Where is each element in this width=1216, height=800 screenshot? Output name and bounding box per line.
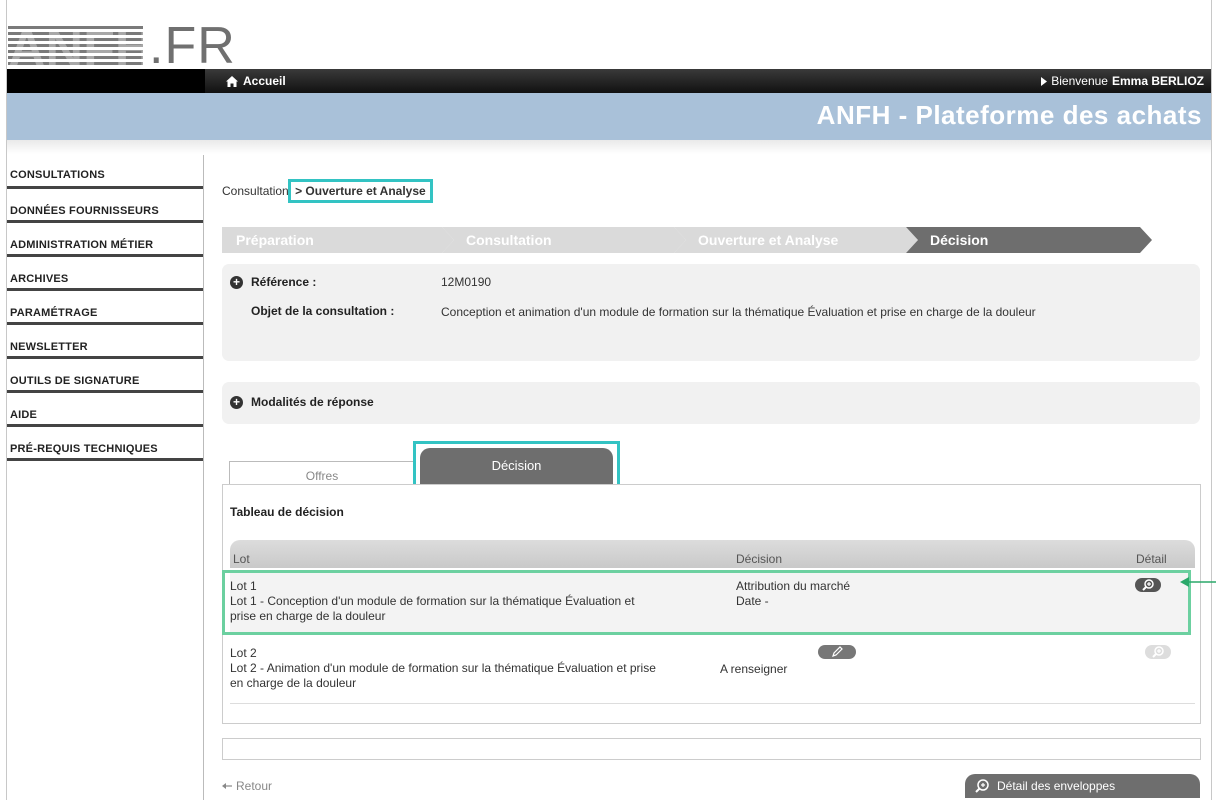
pencil-icon: [832, 646, 843, 657]
sidebar: CONSULTATIONS DONNÉES FOURNISSEURS ADMIN…: [7, 155, 203, 461]
expand-plus-icon[interactable]: +: [230, 396, 243, 409]
tab-offres[interactable]: Offres: [229, 461, 415, 486]
table-row: Lot 2 Lot 2 - Animation d'un module de f…: [230, 646, 1195, 691]
retour-link[interactable]: Retour: [222, 779, 272, 793]
row-highlight: [222, 570, 1191, 635]
sidebar-item-donnees-fournisseurs[interactable]: DONNÉES FOURNISSEURS: [7, 189, 203, 223]
anfh-logo[interactable]: ANFH .FR: [8, 10, 236, 75]
sidebar-item-parametrage[interactable]: PARAMÉTRAGE: [7, 291, 203, 325]
retour-label: Retour: [236, 779, 273, 793]
zoom-icon: [1152, 646, 1164, 658]
step-decision: Décision: [906, 227, 1152, 253]
object-label: Objet de la consultation :: [251, 304, 395, 318]
detail-enveloppes-label: Détail des enveloppes: [997, 779, 1116, 793]
step-consultation: Consultation: [442, 227, 686, 253]
sidebar-divider: [203, 155, 204, 800]
tab-decision-highlight: [413, 441, 620, 490]
welcome-user[interactable]: Bienvenue Emma BERLIOZ: [1041, 74, 1204, 88]
sidebar-item-newsletter[interactable]: NEWSLETTER: [7, 325, 203, 359]
home-link[interactable]: Accueil: [226, 74, 286, 88]
step-ouverture-analyse: Ouverture et Analyse: [674, 227, 918, 253]
home-icon: [226, 75, 238, 87]
sidebar-item-archives[interactable]: ARCHIVES: [7, 257, 203, 291]
zoom-icon: [975, 779, 989, 793]
breadcrumb-root[interactable]: Consultation: [222, 184, 289, 198]
banner-shadow: [7, 140, 1211, 154]
welcome-prefix: Bienvenue: [1051, 74, 1108, 88]
svg-text:ANFH: ANFH: [8, 24, 143, 68]
edit-decision-button[interactable]: [818, 645, 856, 659]
decision-cell: A renseigner: [720, 662, 787, 677]
breadcrumb-current: > Ouverture et Analyse: [288, 179, 433, 203]
row-divider: [230, 703, 1195, 704]
column-header-decision: Décision: [736, 552, 783, 566]
user-name: Emma BERLIOZ: [1111, 74, 1204, 88]
detail-button-disabled: [1145, 645, 1171, 659]
logo-stripes: ANFH: [8, 24, 143, 68]
breadcrumb: Consultation > Ouverture et Analyse: [222, 179, 433, 203]
step-progress: Préparation Consultation Ouverture et An…: [222, 227, 1152, 253]
modalites-label[interactable]: Modalités de réponse: [251, 395, 374, 409]
lot-description: en charge de la douleur: [230, 676, 357, 690]
logo-letters-icon: ANFH: [8, 24, 143, 68]
step-preparation: Préparation: [222, 227, 454, 253]
arrow-left-icon: [1180, 577, 1216, 587]
arrow-back-icon: [222, 783, 232, 789]
top-nav-left: [7, 69, 205, 93]
sidebar-item-outils-signature[interactable]: OUTILS DE SIGNATURE: [7, 359, 203, 393]
detail-enveloppes-button[interactable]: Détail des enveloppes: [965, 774, 1200, 798]
lot-name: Lot 2: [230, 646, 257, 660]
bottom-empty-box: [222, 738, 1201, 760]
table-header: Lot Décision Détail: [230, 540, 1195, 568]
table-title: Tableau de décision: [230, 505, 344, 519]
lot-description: Lot 2 - Animation d'un module de formati…: [230, 661, 656, 675]
sidebar-item-prerequis-techniques[interactable]: PRÉ-REQUIS TECHNIQUES: [7, 427, 203, 461]
home-label: Accueil: [243, 74, 286, 88]
expand-plus-icon[interactable]: +: [230, 276, 243, 289]
reference-label: Référence :: [251, 275, 317, 289]
sidebar-item-consultations[interactable]: CONSULTATIONS: [7, 155, 203, 189]
triangle-right-icon: [1041, 76, 1048, 86]
column-header-lot: Lot: [233, 552, 250, 566]
reference-value: 12M0190: [441, 275, 492, 289]
column-header-detail: Détail: [1136, 552, 1167, 566]
logo-domain: .FR: [149, 17, 236, 75]
banner-title: ANFH - Plateforme des achats: [816, 100, 1202, 130]
object-value: Conception et animation d'un module de f…: [441, 305, 1036, 319]
decision-status: A renseigner: [720, 662, 788, 676]
sidebar-item-administration-metier[interactable]: ADMINISTRATION MÉTIER: [7, 223, 203, 257]
sidebar-item-aide[interactable]: AIDE: [7, 393, 203, 427]
